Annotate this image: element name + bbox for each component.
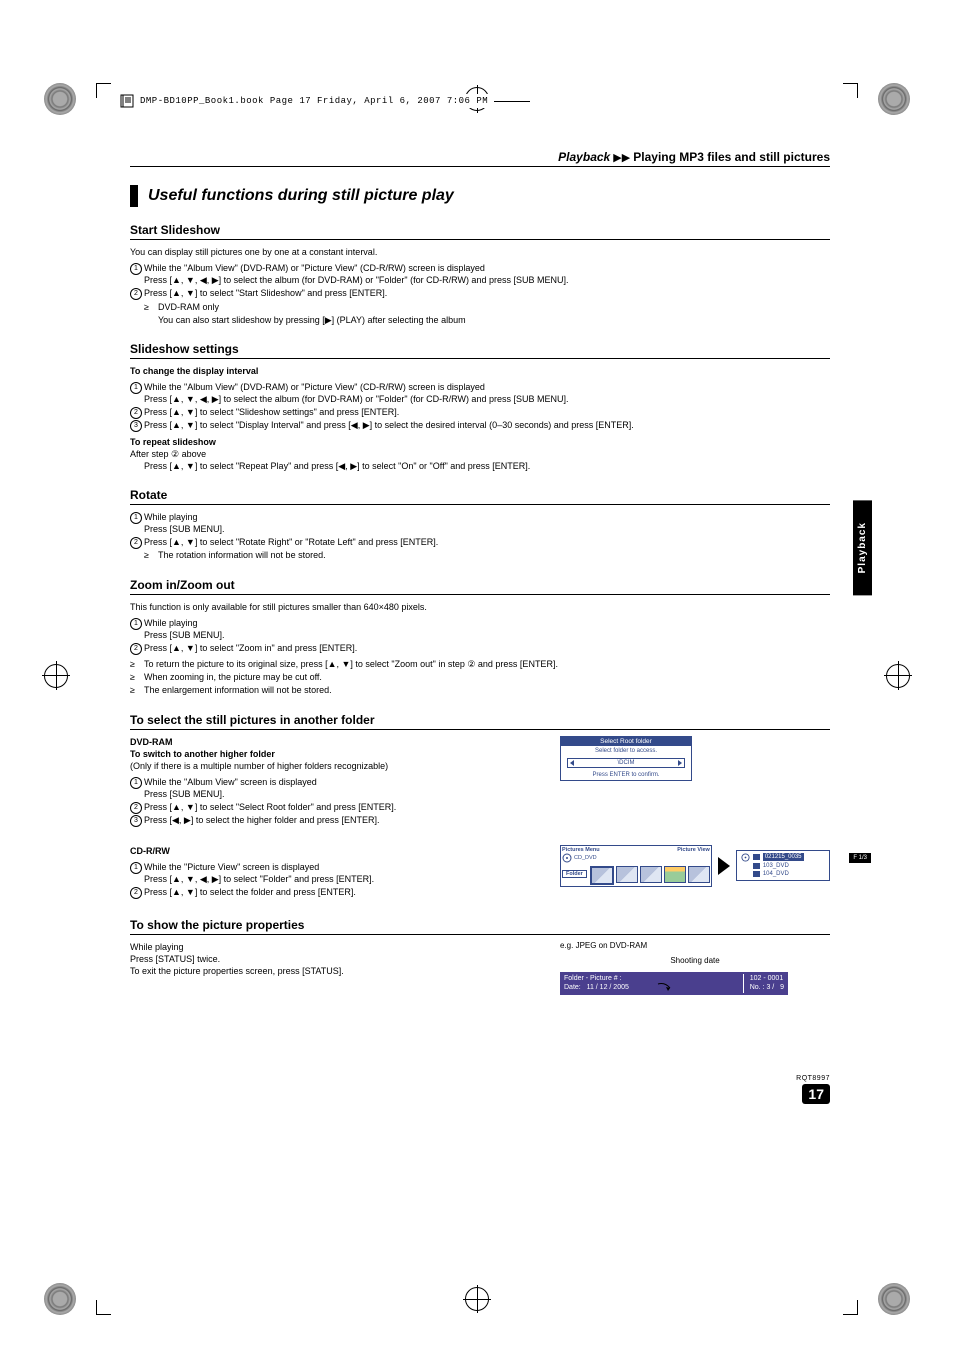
label: CD_DVD [574, 855, 597, 861]
disc-icon [741, 853, 750, 862]
step-text: You can also start slideshow by pressing… [144, 314, 830, 326]
dialog-text: Select folder to access. [561, 746, 691, 756]
folder-icon [753, 863, 760, 869]
step-text: Press [SUB MENU]. [144, 789, 225, 799]
folder-icon [753, 871, 760, 877]
bullet-text: DVD-RAM only [144, 301, 830, 313]
step-text: Press [▲, ▼, ◀, ▶] to select the album (… [144, 275, 568, 285]
crop-corner-icon [843, 83, 858, 98]
book-icon [120, 94, 134, 108]
registration-mark-icon [886, 664, 910, 688]
subheading: To switch to another higher folder [130, 748, 540, 760]
note-text: (Only if there is a multiple number of h… [130, 760, 540, 772]
doc-code: RQT8997 [130, 1075, 830, 1082]
folder-tree-panel: F 1/3 021215_0035 103_DVD 10 [736, 850, 830, 882]
folder-icon [753, 854, 760, 860]
section-start-slideshow: Start Slideshow [130, 223, 830, 240]
page-number: 17 [802, 1084, 830, 1104]
pointer-arrow-icon [656, 982, 674, 1000]
step-text: While playing [144, 512, 198, 522]
crop-corner-icon [96, 83, 111, 98]
bullet-text: To return the picture to its original si… [130, 658, 830, 670]
bullet-text: The rotation information will not be sto… [144, 549, 830, 561]
section-rotate: Rotate [130, 488, 830, 505]
label: Picture View [677, 847, 710, 853]
dcim-selector: \DCIM [567, 758, 685, 768]
section-picture-properties: To show the picture properties [130, 918, 830, 935]
dcim-label: \DCIM [618, 760, 635, 766]
step-text: While the "Album View" (DVD-RAM) or "Pic… [144, 382, 485, 392]
crop-mark-icon [878, 83, 910, 115]
step-text: While the "Picture View" screen is displ… [144, 862, 319, 872]
start-slideshow-intro: You can display still pictures one by on… [130, 246, 830, 258]
dialog-title: Select Root folder [561, 737, 691, 746]
section-zoom: Zoom in/Zoom out [130, 578, 830, 595]
folder-count-badge: F 1/3 [849, 853, 871, 863]
subheading: To change the display interval [130, 365, 830, 377]
left-arrow-icon [570, 760, 574, 766]
folder-navigation-illustration: Pictures Menu Picture View CD_DVD Folder [560, 845, 830, 887]
folder-label: 021215_0035 [763, 853, 804, 861]
annotation-label: Shooting date [560, 956, 830, 967]
step-text: Press [SUB MENU]. [144, 630, 225, 640]
step-text: Press [▲, ▼] to select "Slideshow settin… [144, 407, 399, 417]
step-text: Press [▲, ▼] to select "Display Interval… [144, 420, 634, 430]
section-slideshow-settings: Slideshow settings [130, 342, 830, 359]
pdf-book-header: DMP-BD10PP_Book1.book Page 17 Friday, Ap… [120, 94, 530, 108]
bullet-text: When zooming in, the picture may be cut … [130, 671, 830, 683]
thumbnail-icon [664, 866, 686, 883]
crop-corner-icon [843, 1300, 858, 1315]
example-label: e.g. JPEG on DVD-RAM [560, 941, 830, 952]
step-text: While the "Album View" (DVD-RAM) or "Pic… [144, 263, 485, 273]
step-text: Press [▲, ▼] to select "Select Root fold… [144, 802, 396, 812]
step-text: While playing [144, 618, 198, 628]
crop-mark-icon [44, 83, 76, 115]
right-arrow-icon [678, 760, 682, 766]
folder-label: 103_DVD [763, 862, 789, 870]
step-text: Press [▲, ▼] to select the folder and pr… [144, 887, 356, 897]
section-breadcrumb: Playback ▶▶ Playing MP3 files and still … [130, 150, 830, 164]
crop-mark-icon [44, 1283, 76, 1315]
step-text: After step ② above [130, 448, 830, 460]
folder-label: 104_DVD [763, 870, 789, 878]
thumbnail-icon [688, 866, 710, 883]
step-text: Press [▲, ▼, ◀, ▶] to select the album (… [144, 394, 568, 404]
step-text: Press [▲, ▼] to select "Repeat Play" and… [130, 460, 830, 472]
step-text: Press [SUB MENU]. [144, 524, 225, 534]
subheading: To repeat slideshow [130, 436, 830, 448]
crop-corner-icon [96, 1300, 111, 1315]
page-title: Useful functions during still picture pl… [148, 187, 454, 205]
zoom-intro: This function is only available for stil… [130, 601, 830, 613]
step-text: Press [▲, ▼] to select "Start Slideshow"… [144, 288, 387, 298]
step-text: Press [▲, ▼] to select "Zoom in" and pre… [144, 643, 357, 653]
thumbnail-icon [616, 866, 638, 883]
heading-bar-icon [130, 185, 138, 207]
crop-mark-icon [878, 1283, 910, 1315]
folder-button: Folder [562, 870, 587, 878]
right-arrow-icon [718, 857, 730, 875]
thumbnail-icon [640, 866, 662, 883]
section-another-folder: To select the still pictures in another … [130, 713, 830, 730]
registration-mark-icon [44, 664, 68, 688]
step-text: While playing [130, 941, 540, 953]
media-label: CD-R/RW [130, 845, 540, 857]
bullet-text: The enlargement information will not be … [130, 684, 830, 696]
step-text: Press [▲, ▼] to select "Rotate Right" or… [144, 537, 438, 547]
side-tab-playback: Playback [853, 500, 872, 595]
registration-mark-icon [465, 1287, 489, 1311]
step-text: Press [▲, ▼, ◀, ▶] to select "Folder" an… [144, 874, 374, 884]
properties-osd: Folder - Picture # : Date: 11 / 12 / 200… [560, 972, 788, 995]
step-text: While the "Album View" screen is display… [144, 777, 317, 787]
step-text: To exit the picture properties screen, p… [130, 965, 540, 977]
pictures-menu-panel: Pictures Menu Picture View CD_DVD Folder [560, 845, 712, 887]
step-text: Press [STATUS] twice. [130, 953, 540, 965]
thumbnail-icon [590, 866, 614, 885]
step-text: Press [◀, ▶] to select the higher folder… [144, 815, 379, 825]
dialog-text: Press ENTER to confirm. [561, 770, 691, 780]
disc-icon [562, 853, 572, 863]
select-root-dialog: Select Root folder Select folder to acce… [560, 736, 692, 781]
media-label: DVD-RAM [130, 736, 540, 748]
pdf-header-text: DMP-BD10PP_Book1.book Page 17 Friday, Ap… [140, 96, 488, 106]
